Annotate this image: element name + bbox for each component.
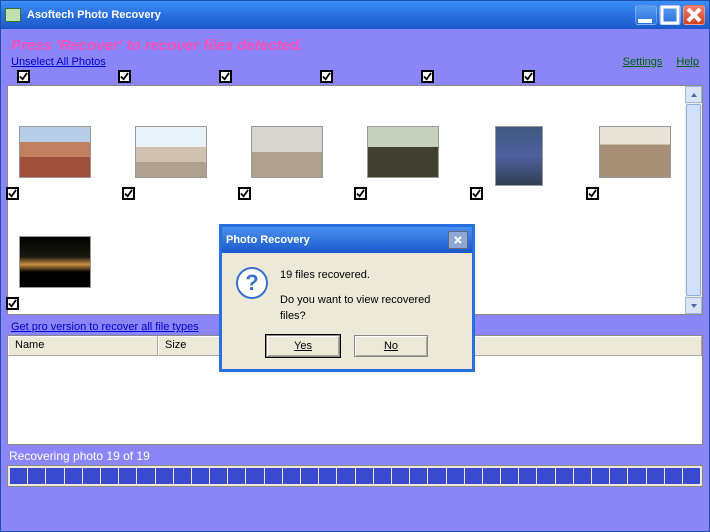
titlebar: Asoftech Photo Recovery bbox=[1, 1, 709, 29]
question-icon: ? bbox=[236, 267, 268, 299]
dialog-titlebar: Photo Recovery bbox=[222, 227, 472, 253]
thumb-image-icon bbox=[251, 126, 323, 178]
instruction-text: Press 'Recover' to recover files detecte… bbox=[7, 33, 703, 56]
minimize-button[interactable] bbox=[635, 5, 657, 25]
col-header-name[interactable]: Name bbox=[8, 336, 158, 356]
dialog-title: Photo Recovery bbox=[226, 234, 310, 246]
dialog-close-button[interactable] bbox=[448, 231, 468, 249]
recovery-dialog: Photo Recovery ? 19 files recovered. Do … bbox=[219, 224, 475, 372]
app-icon bbox=[5, 8, 21, 22]
thumb-4[interactable] bbox=[360, 126, 446, 194]
thumb-image-icon bbox=[495, 126, 543, 186]
checkbox-col-5[interactable] bbox=[421, 70, 434, 83]
col-header-blank bbox=[458, 336, 702, 356]
window-title: Asoftech Photo Recovery bbox=[27, 9, 161, 21]
status-text: Recovering photo 19 of 19 bbox=[7, 445, 703, 465]
checkbox-col-1[interactable] bbox=[17, 70, 30, 83]
top-checkbox-row bbox=[7, 70, 703, 83]
thumb-checkbox[interactable] bbox=[122, 187, 135, 200]
thumb-image-icon bbox=[19, 236, 91, 288]
dialog-line1: 19 files recovered. bbox=[280, 267, 458, 284]
maximize-button[interactable] bbox=[659, 5, 681, 25]
thumb-2[interactable] bbox=[128, 126, 214, 194]
thumb-image-icon bbox=[599, 126, 671, 178]
progress-bar bbox=[7, 465, 703, 487]
dialog-message: 19 files recovered. Do you want to view … bbox=[280, 267, 458, 325]
thumb-image-icon bbox=[19, 126, 91, 178]
checkbox-col-4[interactable] bbox=[320, 70, 333, 83]
checkbox-col-3[interactable] bbox=[219, 70, 232, 83]
settings-link[interactable]: Settings bbox=[623, 56, 663, 68]
scrollbar[interactable] bbox=[685, 86, 702, 314]
checkbox-col-6[interactable] bbox=[522, 70, 535, 83]
thumb-checkbox[interactable] bbox=[6, 297, 19, 310]
thumb-image-icon bbox=[135, 126, 207, 178]
scroll-down-icon[interactable] bbox=[685, 297, 702, 314]
help-link[interactable]: Help bbox=[676, 56, 699, 68]
scroll-up-icon[interactable] bbox=[685, 86, 702, 103]
thumb-3[interactable] bbox=[244, 126, 330, 194]
no-button[interactable]: No bbox=[354, 335, 428, 357]
thumb-checkbox[interactable] bbox=[6, 187, 19, 200]
thumb-5[interactable] bbox=[476, 126, 562, 194]
unselect-all-link[interactable]: Unselect All Photos bbox=[11, 56, 106, 68]
thumb-checkbox[interactable] bbox=[354, 187, 367, 200]
thumb-checkbox[interactable] bbox=[586, 187, 599, 200]
yes-button[interactable]: Yes bbox=[266, 335, 340, 357]
main-panel: Press 'Recover' to recover files detecte… bbox=[1, 29, 709, 531]
thumb-1[interactable] bbox=[12, 126, 98, 194]
links-row: Unselect All Photos Settings Help bbox=[7, 56, 703, 70]
thumb-6[interactable] bbox=[592, 126, 678, 194]
checkbox-col-2[interactable] bbox=[118, 70, 131, 83]
thumb-7[interactable] bbox=[12, 236, 98, 304]
thumb-checkbox[interactable] bbox=[238, 187, 251, 200]
scroll-thumb[interactable] bbox=[686, 104, 701, 296]
thumb-image-icon bbox=[367, 126, 439, 178]
close-button[interactable] bbox=[683, 5, 705, 25]
dialog-line2: Do you want to view recovered files? bbox=[280, 292, 458, 325]
thumb-checkbox[interactable] bbox=[470, 187, 483, 200]
app-window: Asoftech Photo Recovery Press 'Recover' … bbox=[0, 0, 710, 532]
